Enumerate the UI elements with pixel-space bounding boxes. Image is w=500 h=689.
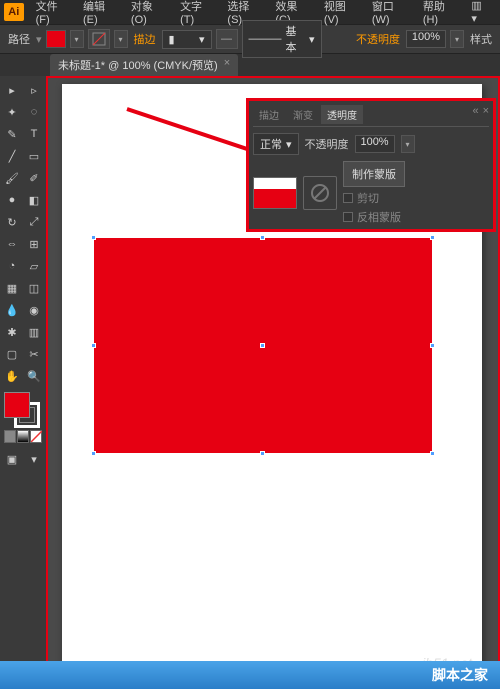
- scale-tool[interactable]: ⤢: [24, 212, 44, 232]
- selection-handle[interactable]: [260, 235, 265, 240]
- selection-center: [260, 343, 265, 348]
- opacity-preview-swatch[interactable]: [253, 177, 297, 209]
- width-tool[interactable]: ⇔: [2, 234, 22, 254]
- menu-help[interactable]: 帮助(H): [417, 0, 466, 26]
- make-mask-button[interactable]: 制作蒙版: [343, 161, 405, 187]
- rotate-tool[interactable]: ↻: [2, 212, 22, 232]
- zoom-tool[interactable]: 🔍: [24, 366, 44, 386]
- hand-tool[interactable]: ✋: [2, 366, 22, 386]
- gradient-mode-icon[interactable]: [17, 430, 29, 443]
- direct-selection-tool[interactable]: ▹: [24, 80, 44, 100]
- selection-handle[interactable]: [91, 343, 96, 348]
- canvas-area[interactable]: 描边 渐变 透明度 « × 正常▾ 不透明度 100% ▾: [46, 76, 500, 689]
- opacity-value-field[interactable]: 100%: [406, 30, 446, 48]
- selection-handle[interactable]: [430, 343, 435, 348]
- stroke-label[interactable]: 描边: [134, 31, 156, 47]
- change-screen-icon[interactable]: ▾: [24, 449, 44, 469]
- app-logo: Ai: [4, 3, 24, 21]
- selection-handle[interactable]: [91, 451, 96, 456]
- menu-window[interactable]: 窗口(W): [366, 0, 417, 26]
- document-tab[interactable]: 未标题-1* @ 100% (CMYK/预览) ×: [50, 54, 238, 76]
- blend-mode-select[interactable]: 正常▾: [253, 133, 299, 155]
- selection-handle[interactable]: [430, 451, 435, 456]
- panel-collapse-icon[interactable]: «: [472, 105, 478, 124]
- magic-wand-tool[interactable]: ✦: [2, 102, 22, 122]
- style-label[interactable]: 样式: [470, 31, 492, 47]
- lasso-tool[interactable]: ◌: [24, 102, 44, 122]
- options-bar: 路径 ▾ ▾ ▾ 描边 ▮▾ — ———基本▾ 不透明度 100% ▾ 样式: [0, 24, 500, 54]
- fill-dropdown[interactable]: ▾: [70, 30, 84, 48]
- free-transform-tool[interactable]: ⊞: [24, 234, 44, 254]
- invert-mask-checkbox[interactable]: [343, 212, 353, 222]
- invert-mask-label: 反相蒙版: [357, 209, 401, 225]
- transparency-panel: 描边 渐变 透明度 « × 正常▾ 不透明度 100% ▾: [249, 101, 493, 229]
- panel-tab-opacity[interactable]: 透明度: [321, 105, 363, 124]
- symbol-sprayer-tool[interactable]: ✱: [2, 322, 22, 342]
- selection-handle[interactable]: [430, 235, 435, 240]
- panel-tab-gradient[interactable]: 渐变: [287, 105, 319, 124]
- brush-def-dropdown[interactable]: ———基本▾: [242, 20, 322, 58]
- slice-tool[interactable]: ✂: [24, 344, 44, 364]
- shape-builder-tool[interactable]: ◔: [2, 256, 22, 276]
- pencil-tool[interactable]: ✐: [24, 168, 44, 188]
- menu-object[interactable]: 对象(O): [125, 0, 174, 26]
- mesh-tool[interactable]: ▦: [2, 278, 22, 298]
- graph-tool[interactable]: ▥: [24, 322, 44, 342]
- footer-attribution: 脚本之家: [0, 661, 500, 689]
- blob-brush-tool[interactable]: ●: [2, 190, 22, 210]
- selected-rectangle[interactable]: [94, 238, 432, 453]
- pen-tool[interactable]: ✎: [2, 124, 22, 144]
- brush-tool[interactable]: 🖌: [2, 168, 22, 188]
- fill-color-swatch[interactable]: [4, 392, 30, 418]
- artboard-tool[interactable]: ▢: [2, 344, 22, 364]
- variable-width-icon[interactable]: —: [216, 29, 238, 49]
- selection-handle[interactable]: [260, 451, 265, 456]
- stroke-dropdown[interactable]: ▾: [114, 30, 128, 48]
- panel-opacity-label: 不透明度: [305, 136, 349, 152]
- close-tab-icon[interactable]: ×: [224, 57, 230, 73]
- perspective-tool[interactable]: ▱: [24, 256, 44, 276]
- color-mode-icon[interactable]: [4, 430, 16, 443]
- menu-view[interactable]: 视图(V): [318, 0, 366, 26]
- selection-tool[interactable]: ▸: [2, 80, 22, 100]
- none-mode-icon[interactable]: [30, 430, 42, 443]
- type-tool[interactable]: T: [24, 124, 44, 144]
- mask-thumbnail[interactable]: [303, 176, 337, 210]
- artboard[interactable]: 描边 渐变 透明度 « × 正常▾ 不透明度 100% ▾: [62, 84, 482, 679]
- menu-type[interactable]: 文字(T): [174, 0, 221, 26]
- transparency-panel-highlight: 描边 渐变 透明度 « × 正常▾ 不透明度 100% ▾: [246, 98, 496, 232]
- stroke-weight-field[interactable]: ▮▾: [162, 30, 212, 49]
- rectangle-tool[interactable]: ▭: [24, 146, 44, 166]
- selection-handle[interactable]: [91, 235, 96, 240]
- toolbox: ▸▹ ✦◌ ✎T ╱▭ 🖌✐ ●◧ ↻⤢ ⇔⊞ ◔▱ ▦◫ 💧◉ ✱▥ ▢✂ ✋…: [0, 76, 46, 689]
- gradient-tool[interactable]: ◫: [24, 278, 44, 298]
- panel-opacity-field[interactable]: 100%: [355, 135, 395, 153]
- line-tool[interactable]: ╱: [2, 146, 22, 166]
- menu-file[interactable]: 文件(F): [30, 0, 77, 26]
- document-tab-title: 未标题-1* @ 100% (CMYK/预览): [58, 57, 218, 73]
- eyedropper-tool[interactable]: 💧: [2, 300, 22, 320]
- screen-mode-icon[interactable]: ▣: [2, 449, 22, 469]
- fill-swatch[interactable]: [46, 30, 66, 48]
- chevron-down-icon[interactable]: ▾: [36, 33, 42, 46]
- path-label: 路径: [8, 31, 30, 47]
- blend-tool[interactable]: ◉: [24, 300, 44, 320]
- clip-label: 剪切: [357, 190, 379, 206]
- clip-checkbox[interactable]: [343, 193, 353, 203]
- eraser-tool[interactable]: ◧: [24, 190, 44, 210]
- panel-opacity-dropdown[interactable]: ▾: [401, 135, 415, 153]
- panel-close-icon[interactable]: ×: [483, 105, 489, 124]
- opacity-label[interactable]: 不透明度: [356, 31, 400, 47]
- opacity-dropdown[interactable]: ▾: [450, 30, 464, 48]
- no-stroke-icon[interactable]: [88, 29, 110, 49]
- panel-tab-stroke[interactable]: 描边: [253, 105, 285, 124]
- menu-edit[interactable]: 编辑(E): [77, 0, 125, 26]
- color-picker[interactable]: [2, 392, 38, 428]
- layout-dropdown-icon[interactable]: ▥ ▾: [465, 0, 496, 25]
